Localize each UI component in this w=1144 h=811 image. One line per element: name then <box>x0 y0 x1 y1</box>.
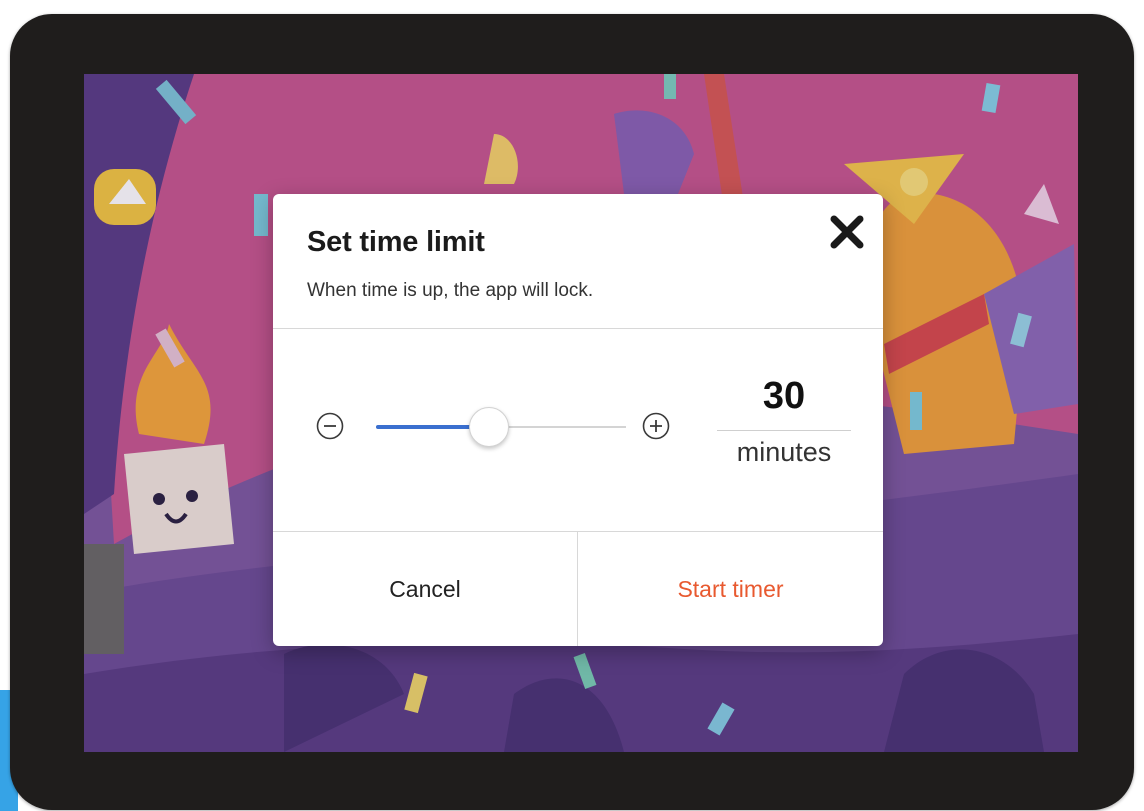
decrease-button[interactable] <box>315 411 345 441</box>
dialog-header: Set time limit When time is up, the app … <box>273 194 883 329</box>
slider-thumb[interactable] <box>469 407 509 447</box>
minus-circle-icon <box>316 412 344 440</box>
minutes-divider <box>717 430 851 431</box>
cancel-button[interactable]: Cancel <box>273 532 578 646</box>
increase-button[interactable] <box>641 411 671 441</box>
plus-circle-icon <box>642 412 670 440</box>
dialog-title: Set time limit <box>307 226 485 258</box>
close-icon <box>830 215 864 249</box>
minutes-unit-label: minutes <box>736 437 832 467</box>
minutes-value: 30 <box>762 375 806 417</box>
minutes-display: 30 minutes <box>717 369 851 479</box>
time-limit-dialog: Set time limit When time is up, the app … <box>273 194 883 646</box>
start-timer-button[interactable]: Start timer <box>578 532 883 646</box>
close-button[interactable] <box>825 210 869 254</box>
dialog-footer: Cancel Start timer <box>273 532 883 646</box>
dialog-body: 30 minutes <box>273 329 883 532</box>
dialog-subtitle: When time is up, the app will lock. <box>307 280 594 301</box>
time-slider[interactable] <box>376 407 626 447</box>
